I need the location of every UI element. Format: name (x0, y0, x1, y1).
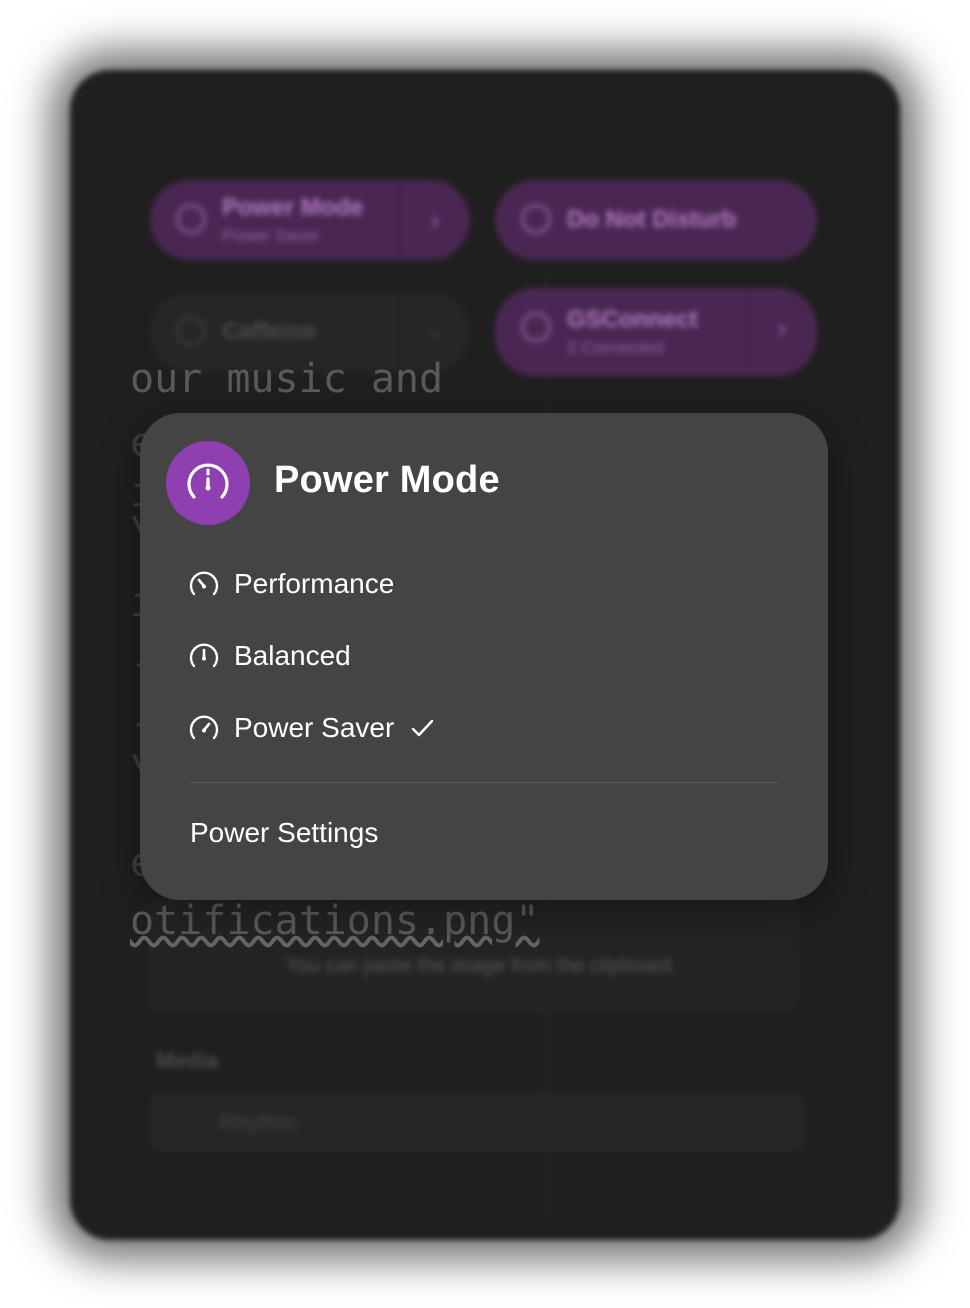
option-label: Power Saver (234, 712, 395, 743)
option-label: Balanced (234, 640, 351, 671)
option-power-saver[interactable]: Power Saver (186, 704, 438, 752)
gauge-icon (166, 441, 250, 525)
chevron-right-icon: › (399, 180, 470, 260)
bell-off-icon (521, 204, 551, 234)
power-mode-popover: Power Mode Performance Balanced Power Sa… (140, 413, 828, 900)
phone-icon (521, 312, 551, 342)
menu-separator (190, 782, 778, 783)
option-performance[interactable]: Performance (186, 560, 394, 608)
option-balanced[interactable]: Balanced (186, 632, 351, 680)
checkmark-icon (406, 712, 438, 744)
tile-label: Do Not Disturb (567, 206, 737, 233)
coffee-icon (176, 316, 206, 346)
card-hint: You can paste the image from the clipboa… (286, 955, 677, 977)
gsconnect-tile: GSConnect 2 Connected › (495, 288, 817, 376)
media-item: Rhythm (150, 1092, 805, 1152)
media-section-label: Media (156, 1048, 219, 1073)
power-mode-tile: Power Mode Power Saver › (150, 180, 470, 260)
popover-title: Power Mode (274, 459, 500, 501)
gauge-high-icon (186, 566, 222, 602)
chevron-right-icon: › (746, 288, 817, 368)
gauge-low-icon (186, 710, 222, 746)
gauge-icon (176, 204, 206, 234)
background-text-line: our music and (130, 356, 444, 402)
background-text-line: otifications.png" (130, 898, 540, 944)
screen: Power Mode Power Saver › Do Not Disturb … (0, 0, 970, 1308)
gauge-mid-icon (186, 638, 222, 674)
power-settings-link[interactable]: Power Settings (190, 817, 378, 849)
option-label: Performance (234, 568, 395, 599)
do-not-disturb-tile: Do Not Disturb (495, 180, 817, 260)
